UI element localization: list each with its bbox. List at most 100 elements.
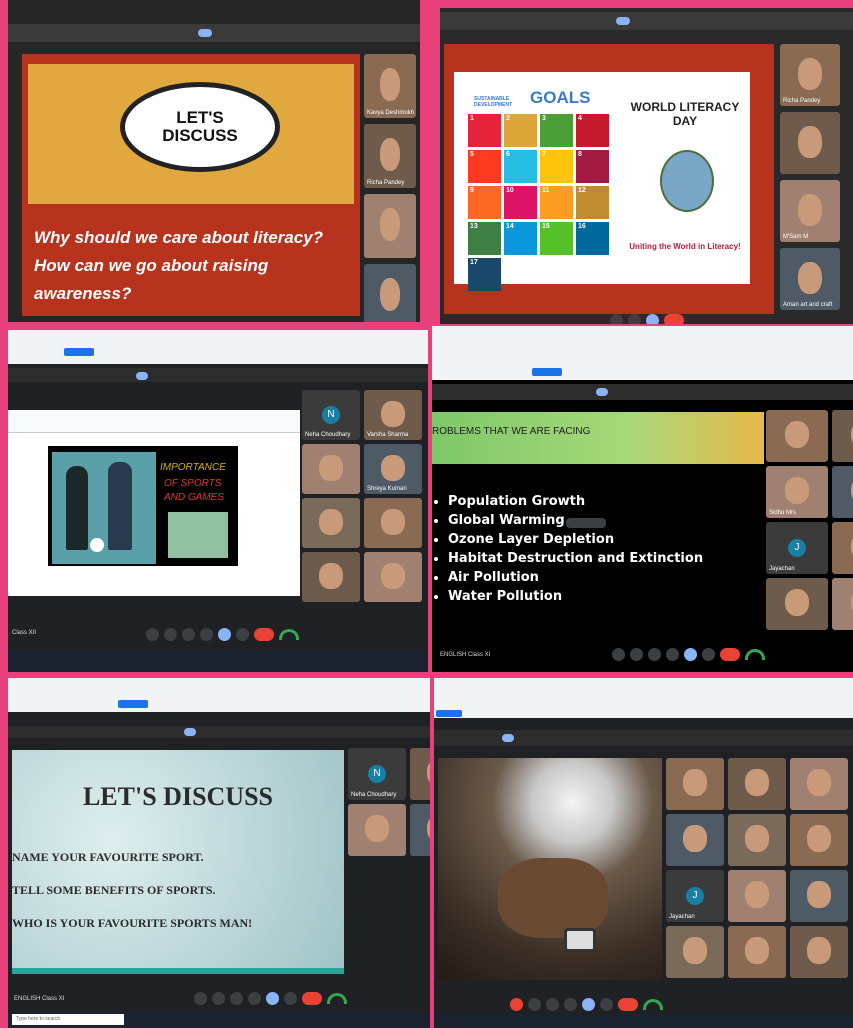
raise-hand-button[interactable] <box>248 991 261 1005</box>
present-button[interactable] <box>218 627 231 641</box>
participant-tile[interactable] <box>728 926 786 978</box>
mic-button[interactable] <box>612 647 625 661</box>
banner-button[interactable] <box>436 710 462 717</box>
participant-tile[interactable] <box>790 758 848 810</box>
browser-chrome <box>432 326 853 380</box>
more-options-button[interactable] <box>284 991 297 1005</box>
captions-button[interactable] <box>182 627 195 641</box>
speaker-indicator <box>566 518 606 528</box>
participant-tile[interactable] <box>348 804 406 856</box>
mic-button[interactable] <box>510 997 523 1011</box>
present-button[interactable] <box>266 991 279 1005</box>
sdg-tile: 17 <box>468 258 501 291</box>
screenshot-panel-4: ROBLEMS THAT WE ARE FACING Population Gr… <box>432 326 853 672</box>
leave-call-button[interactable] <box>720 647 740 661</box>
participant-tile[interactable] <box>302 444 360 494</box>
participant-tile[interactable] <box>666 758 724 810</box>
participant-tile[interactable]: Kavya Deshmukh <box>364 54 416 118</box>
participant-tile[interactable] <box>832 522 853 574</box>
participant-tile[interactable] <box>832 466 853 518</box>
participant-tile[interactable] <box>832 578 853 630</box>
presentation-toggle[interactable] <box>136 372 148 380</box>
camera-button[interactable] <box>630 647 643 661</box>
participant-video <box>784 589 810 617</box>
captions-button[interactable] <box>546 997 559 1011</box>
raise-hand-button[interactable] <box>564 997 577 1011</box>
taskbar-search[interactable]: Type here to search <box>12 1014 124 1025</box>
more-options-button[interactable] <box>600 997 613 1011</box>
more-options-button[interactable] <box>236 627 249 641</box>
captions-button[interactable] <box>230 991 243 1005</box>
captions-button[interactable] <box>648 647 661 661</box>
mic-button[interactable] <box>146 627 159 641</box>
participant-video <box>745 937 769 965</box>
participant-tile[interactable] <box>728 758 786 810</box>
present-button[interactable] <box>684 647 697 661</box>
presentation-toggle[interactable] <box>616 17 630 25</box>
participant-tile[interactable]: Richa Pandey <box>780 44 840 106</box>
participant-tile[interactable]: J Jayachan <box>666 870 724 922</box>
participant-tile[interactable]: Richa Pandey <box>364 124 416 188</box>
participant-tile[interactable] <box>364 194 416 258</box>
present-button[interactable] <box>646 313 659 324</box>
participant-video <box>365 815 389 843</box>
participant-tile[interactable] <box>766 578 828 630</box>
participant-tile[interactable] <box>302 498 360 548</box>
participant-tile[interactable] <box>666 814 724 866</box>
participant-tile[interactable]: J Jayachan <box>766 522 828 574</box>
leave-call-button[interactable] <box>302 991 322 1005</box>
presentation-toggle[interactable] <box>596 388 608 396</box>
participant-tile[interactable] <box>410 748 430 800</box>
participant-tile[interactable]: M'Sam M <box>780 180 840 242</box>
participant-video <box>807 937 831 965</box>
meeting-name: Class XII <box>12 630 37 636</box>
more-options-button[interactable] <box>702 647 715 661</box>
mic-button[interactable] <box>610 313 623 324</box>
camera-button[interactable] <box>212 991 225 1005</box>
presentation-toggle[interactable] <box>198 29 212 37</box>
banner-button[interactable] <box>532 368 562 376</box>
participant-video <box>745 769 769 797</box>
participant-video <box>379 208 401 242</box>
camera-button[interactable] <box>528 997 541 1011</box>
participant-tile[interactable]: Shreya Kumari <box>364 444 422 494</box>
sdg-number: 1 <box>470 115 474 122</box>
discussion-items: NAME YOUR FAVOURITE SPORT. TELL SOME BENE… <box>12 850 344 949</box>
participant-tile[interactable]: N Neha Choudhary <box>348 748 406 800</box>
participant-tile[interactable] <box>790 814 848 866</box>
participant-tile[interactable] <box>832 410 853 462</box>
participant-tile[interactable]: Varsha Sharma <box>364 390 422 440</box>
banner-button[interactable] <box>64 348 94 356</box>
raise-hand-button[interactable] <box>200 627 213 641</box>
participant-tile[interactable] <box>302 552 360 602</box>
participant-tile[interactable] <box>766 410 828 462</box>
participant-tile[interactable] <box>364 552 422 602</box>
participant-tile[interactable] <box>364 264 416 322</box>
participant-tile[interactable] <box>410 804 430 856</box>
participant-avatar: N <box>322 406 340 424</box>
participant-tile[interactable] <box>790 870 848 922</box>
slide-heading: LET'S DISCUSS <box>82 782 274 811</box>
raise-hand-button[interactable] <box>666 647 679 661</box>
sdg-tile: 12 <box>576 186 609 219</box>
participant-tile[interactable] <box>728 814 786 866</box>
leave-call-button[interactable] <box>664 313 684 324</box>
participant-tile[interactable] <box>666 926 724 978</box>
leave-call-button[interactable] <box>618 997 638 1011</box>
participant-tile[interactable] <box>364 498 422 548</box>
presentation-toggle[interactable] <box>184 728 196 736</box>
participant-video <box>798 57 822 90</box>
participant-tile[interactable] <box>728 870 786 922</box>
participant-tile[interactable] <box>780 112 840 174</box>
banner-button[interactable] <box>118 700 148 708</box>
present-button[interactable] <box>582 997 595 1011</box>
participant-tile[interactable]: N Neha Choudhary <box>302 390 360 440</box>
presentation-toggle[interactable] <box>502 734 514 742</box>
mic-button[interactable] <box>194 991 207 1005</box>
leave-call-button[interactable] <box>254 627 274 641</box>
camera-button[interactable] <box>164 627 177 641</box>
camera-button[interactable] <box>628 313 641 324</box>
participant-tile[interactable]: Sidhu Mrs <box>766 466 828 518</box>
participant-tile[interactable]: Aman art and craft <box>780 248 840 310</box>
participant-tile[interactable] <box>790 926 848 978</box>
